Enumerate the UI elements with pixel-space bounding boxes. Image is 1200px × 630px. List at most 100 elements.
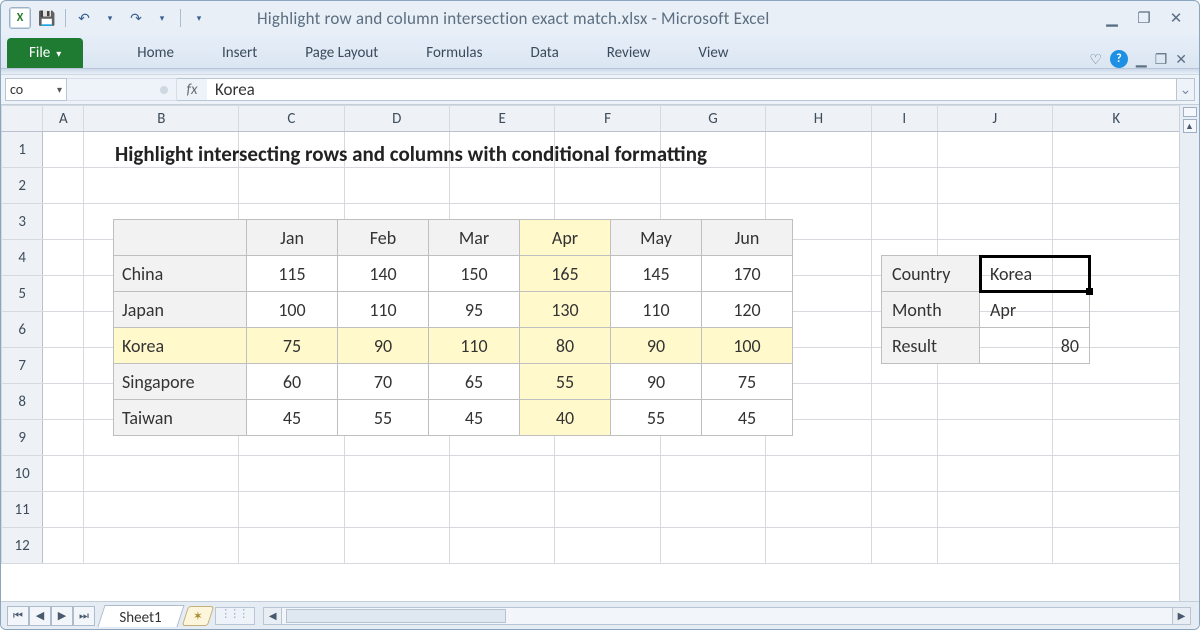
formula-bar-controls bbox=[67, 78, 177, 101]
tab-insert[interactable]: Insert bbox=[198, 38, 281, 68]
data-cell[interactable]: 40 bbox=[520, 400, 611, 436]
data-cell[interactable]: 120 bbox=[702, 292, 793, 328]
formula-input[interactable]: Korea bbox=[207, 78, 1177, 101]
save-icon[interactable]: 💾 bbox=[37, 8, 57, 28]
data-cell[interactable]: 100 bbox=[702, 328, 793, 364]
quick-access-toolbar: 💾 ↶ ▾ ↷ ▾ ▾ bbox=[37, 8, 209, 28]
data-cell[interactable]: 55 bbox=[338, 400, 429, 436]
data-cell[interactable]: 110 bbox=[338, 292, 429, 328]
data-cell[interactable]: 60 bbox=[247, 364, 338, 400]
data-cell[interactable]: 110 bbox=[611, 292, 702, 328]
ribbon-tabs: File▾ Home Insert Page Layout Formulas D… bbox=[1, 35, 1199, 69]
excel-app-icon[interactable]: X bbox=[9, 7, 31, 29]
name-box-value: co bbox=[10, 81, 23, 98]
name-box[interactable]: co ▾ bbox=[5, 78, 67, 101]
data-cell[interactable]: 65 bbox=[429, 364, 520, 400]
scrollbar-thumb[interactable] bbox=[286, 609, 506, 623]
scroll-left-icon[interactable]: ◀ bbox=[264, 608, 282, 624]
split-handle-icon[interactable] bbox=[1183, 107, 1197, 117]
maximize-button[interactable]: ❐ bbox=[1135, 9, 1153, 27]
data-cell[interactable]: 90 bbox=[338, 328, 429, 364]
sheet-content-overlay: Highlight intersecting rows and columns … bbox=[1, 105, 1179, 601]
tab-split-handle[interactable] bbox=[215, 607, 255, 625]
data-cell[interactable]: 55 bbox=[520, 364, 611, 400]
data-cell[interactable]: 75 bbox=[247, 328, 338, 364]
tab-home[interactable]: Home bbox=[113, 38, 198, 68]
data-cell[interactable]: 110 bbox=[429, 328, 520, 364]
data-cell[interactable]: 70 bbox=[338, 364, 429, 400]
data-table-corner bbox=[114, 220, 247, 256]
sheet-nav-next-icon[interactable]: ▶ bbox=[51, 606, 73, 626]
help-icon[interactable]: ? bbox=[1110, 50, 1128, 68]
data-cell[interactable]: 150 bbox=[429, 256, 520, 292]
sheet-nav-first-icon[interactable]: ⏮ bbox=[7, 606, 29, 626]
data-table: JanFebMarAprMayJun China1151401501651451… bbox=[113, 219, 793, 436]
scroll-right-icon[interactable]: ▶ bbox=[1172, 608, 1190, 624]
qat-separator-2 bbox=[180, 9, 181, 27]
lookup-country-cell[interactable]: Korea bbox=[980, 256, 1090, 292]
lookup-label-country: Country bbox=[882, 256, 980, 292]
sheet-nav-prev-icon[interactable]: ◀ bbox=[29, 606, 51, 626]
tab-review[interactable]: Review bbox=[583, 38, 675, 68]
lookup-label-month: Month bbox=[882, 292, 980, 328]
tab-file[interactable]: File▾ bbox=[7, 38, 83, 68]
undo-icon[interactable]: ↶ bbox=[74, 8, 94, 28]
scroll-up-icon[interactable]: ▲ bbox=[1183, 119, 1197, 133]
lookup-month-cell[interactable]: Apr bbox=[980, 292, 1090, 328]
formula-bar: co ▾ fx Korea ⌄ bbox=[1, 75, 1199, 105]
tab-page-layout[interactable]: Page Layout bbox=[281, 38, 402, 68]
fx-icon[interactable]: fx bbox=[177, 78, 207, 101]
undo-dropdown-icon[interactable]: ▾ bbox=[100, 8, 120, 28]
ribbon-end-controls: ♡ ? ▁ ❐ ✕ bbox=[1089, 50, 1193, 68]
horizontal-scrollbar[interactable]: ◀ ▶ bbox=[263, 607, 1191, 625]
data-col-may: May bbox=[611, 220, 702, 256]
data-cell[interactable]: 90 bbox=[611, 328, 702, 364]
tab-formulas[interactable]: Formulas bbox=[402, 38, 506, 68]
data-cell[interactable]: 55 bbox=[611, 400, 702, 436]
tab-view[interactable]: View bbox=[674, 38, 752, 68]
formula-bar-expand-icon[interactable]: ⌄ bbox=[1177, 78, 1195, 101]
qat-customize-dropdown-icon[interactable]: ▾ bbox=[189, 8, 209, 28]
data-cell[interactable]: 45 bbox=[247, 400, 338, 436]
data-cell[interactable]: 90 bbox=[611, 364, 702, 400]
data-cell[interactable]: 130 bbox=[520, 292, 611, 328]
data-cell[interactable]: 165 bbox=[520, 256, 611, 292]
data-cell[interactable]: 80 bbox=[520, 328, 611, 364]
new-sheet-icon: ✶ bbox=[193, 608, 203, 623]
lookup-result-cell[interactable]: 80 bbox=[980, 328, 1090, 364]
close-button[interactable]: ✕ bbox=[1167, 9, 1185, 27]
workbook-minimize-button[interactable]: ▁ bbox=[1136, 51, 1147, 68]
sheet-nav-last-icon[interactable]: ⏭ bbox=[73, 606, 95, 626]
minimize-button[interactable]: ▁ bbox=[1103, 9, 1121, 27]
data-cell[interactable]: 140 bbox=[338, 256, 429, 292]
vertical-scrollbar[interactable]: ▲ bbox=[1179, 105, 1199, 601]
data-cell[interactable]: 145 bbox=[611, 256, 702, 292]
lookup-label-result: Result bbox=[882, 328, 980, 364]
sheet-tab-label: Sheet1 bbox=[119, 609, 161, 627]
worksheet-grid[interactable]: A B C D E F G H I J K 123456789101112 bbox=[1, 105, 1179, 601]
data-col-jan: Jan bbox=[247, 220, 338, 256]
tab-data[interactable]: Data bbox=[506, 38, 582, 68]
data-cell[interactable]: 170 bbox=[702, 256, 793, 292]
data-col-jun: Jun bbox=[702, 220, 793, 256]
data-cell[interactable]: 115 bbox=[247, 256, 338, 292]
data-cell[interactable]: 75 bbox=[702, 364, 793, 400]
redo-icon[interactable]: ↷ bbox=[126, 8, 146, 28]
window-controls: ▁ ❐ ✕ bbox=[1103, 9, 1191, 27]
data-cell[interactable]: 100 bbox=[247, 292, 338, 328]
data-cell[interactable]: 95 bbox=[429, 292, 520, 328]
name-box-dropdown-icon[interactable]: ▾ bbox=[57, 83, 62, 96]
excel-app-icon-letter: X bbox=[17, 12, 24, 24]
data-cell[interactable]: 45 bbox=[429, 400, 520, 436]
workbook-restore-button[interactable]: ❐ bbox=[1155, 51, 1168, 68]
data-col-mar: Mar bbox=[429, 220, 520, 256]
data-row-taiwan: Taiwan bbox=[114, 400, 247, 436]
data-col-feb: Feb bbox=[338, 220, 429, 256]
workbook-close-button[interactable]: ✕ bbox=[1175, 51, 1187, 68]
new-sheet-button[interactable]: ✶ bbox=[182, 606, 214, 626]
tab-file-label: File bbox=[29, 44, 50, 62]
sheet-tab-sheet1[interactable]: Sheet1 bbox=[97, 605, 184, 627]
ribbon-min-icon[interactable]: ♡ bbox=[1089, 51, 1102, 68]
data-cell[interactable]: 45 bbox=[702, 400, 793, 436]
redo-dropdown-icon[interactable]: ▾ bbox=[152, 8, 172, 28]
